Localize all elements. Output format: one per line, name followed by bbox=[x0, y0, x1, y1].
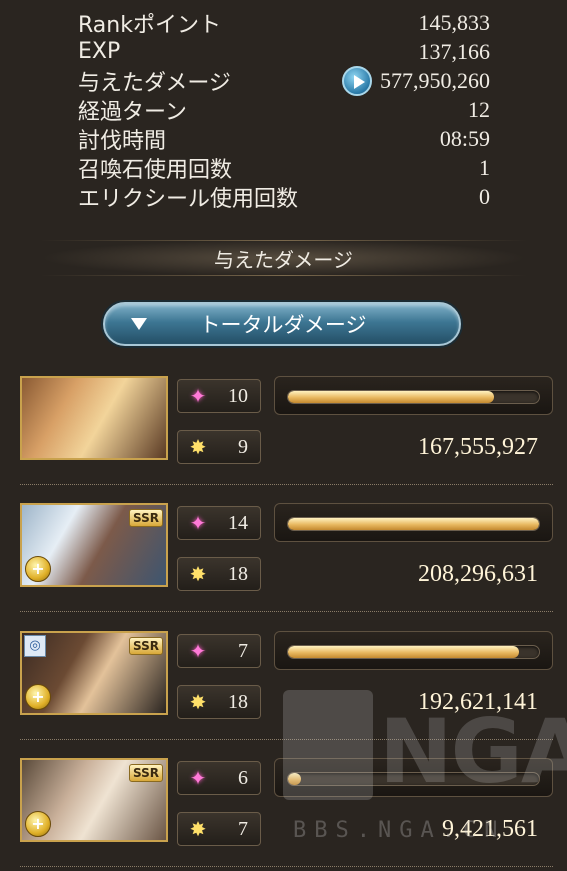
ougi-burst-icon: ✸ bbox=[189, 690, 207, 714]
stat-exp: EXP 137,166 bbox=[78, 37, 490, 66]
ability-sparkle-icon: ✦ bbox=[189, 766, 207, 790]
play-icon[interactable] bbox=[342, 65, 372, 96]
damage-bar-fill bbox=[288, 773, 301, 785]
stat-rank-points: Rankポイント 145,833 bbox=[78, 8, 491, 38]
ability-sparkle-icon: ✦ bbox=[189, 511, 207, 535]
damage-bar-track bbox=[287, 772, 540, 786]
ssr-badge: SSR bbox=[129, 509, 163, 527]
ougi-count-box: ✸ 18 bbox=[177, 557, 261, 591]
ability-count-box: ✦ 6 bbox=[177, 761, 261, 795]
damage-bar-track bbox=[287, 390, 540, 404]
stat-value: 12 bbox=[468, 96, 490, 122]
ougi-count: 9 bbox=[238, 435, 248, 458]
plus-coin-icon: + bbox=[25, 556, 51, 582]
character-portrait[interactable]: SSR + bbox=[20, 503, 168, 587]
ability-sparkle-icon: ✦ bbox=[189, 384, 207, 408]
dropdown-label: トータルダメージ bbox=[199, 313, 367, 337]
ability-count-box: ✦ 10 bbox=[177, 379, 261, 413]
row-divider bbox=[20, 866, 553, 867]
ability-count: 10 bbox=[228, 384, 248, 407]
stat-damage-dealt: 与えたダメージ 577,950,260 bbox=[78, 65, 490, 96]
damage-value: 9,421,561 bbox=[442, 816, 538, 842]
ougi-count-box: ✸ 7 bbox=[177, 812, 261, 846]
character-row: ✦ 10 ✸ 9 167,555,927 bbox=[20, 376, 553, 485]
stat-clear-time: 討伐時間 08:59 bbox=[78, 124, 490, 154]
stat-label: 経過ターン bbox=[78, 99, 187, 125]
character-row: SSR + ✦ 6 ✸ 7 9,421,561 bbox=[20, 758, 553, 867]
ssr-badge: SSR bbox=[129, 637, 163, 655]
damage-bar bbox=[274, 376, 553, 415]
ougi-count: 18 bbox=[228, 562, 248, 585]
stat-value: 577,950,260 bbox=[380, 67, 490, 93]
result-stats: Rankポイント 145,833 EXP 137,166 与えたダメージ 577… bbox=[78, 8, 491, 212]
stat-value: 137,166 bbox=[418, 38, 491, 64]
character-portrait[interactable] bbox=[20, 376, 168, 460]
damage-bar-fill bbox=[288, 646, 519, 658]
stat-elapsed-turns: 経過ターン 12 bbox=[78, 95, 490, 125]
stat-label: Rankポイント bbox=[78, 12, 221, 38]
stat-value: 08:59 bbox=[439, 125, 490, 151]
chevron-down-icon bbox=[131, 318, 147, 330]
character-row: ◎ SSR + ✦ 7 ✸ 18 192,621,141 bbox=[20, 631, 553, 740]
stat-value: 0 bbox=[479, 183, 490, 209]
damage-section-header: 与えたダメージ bbox=[40, 240, 527, 276]
ougi-count-box: ✸ 9 bbox=[177, 430, 261, 464]
stat-value: 145,833 bbox=[418, 9, 491, 35]
stat-label: エリクシール使用回数 bbox=[78, 186, 299, 212]
ougi-count: 7 bbox=[238, 817, 248, 840]
ssr-badge: SSR bbox=[129, 764, 163, 782]
stat-label: 与えたダメージ bbox=[78, 70, 231, 96]
ability-count: 14 bbox=[228, 511, 248, 534]
stat-label: 討伐時間 bbox=[78, 128, 167, 154]
damage-bar-fill bbox=[288, 518, 539, 530]
plus-coin-icon: + bbox=[25, 811, 51, 837]
plus-coin-icon: + bbox=[25, 684, 51, 710]
ability-count-box: ✦ 14 bbox=[177, 506, 261, 540]
damage-value: 192,621,141 bbox=[418, 689, 538, 715]
ability-count-box: ✦ 7 bbox=[177, 634, 261, 668]
stat-label: 召喚石使用回数 bbox=[78, 157, 233, 183]
stat-value: 1 bbox=[479, 154, 490, 180]
damage-value: 167,555,927 bbox=[418, 434, 538, 460]
damage-bar bbox=[274, 503, 553, 542]
ability-count: 6 bbox=[238, 766, 248, 789]
damage-bar-track bbox=[287, 645, 540, 659]
row-divider bbox=[20, 484, 553, 485]
section-title: 与えたダメージ bbox=[214, 247, 353, 272]
stat-elixir-uses: エリクシール使用回数 0 bbox=[78, 182, 490, 212]
ability-count: 7 bbox=[238, 639, 248, 662]
damage-bar-track bbox=[287, 517, 540, 531]
ability-sparkle-icon: ✦ bbox=[189, 639, 207, 663]
damage-bar-fill bbox=[288, 391, 494, 403]
stat-summon-uses: 召喚石使用回数 1 bbox=[78, 153, 490, 183]
ring-icon: ◎ bbox=[24, 635, 46, 657]
ougi-burst-icon: ✸ bbox=[189, 817, 207, 841]
character-portrait[interactable]: SSR + bbox=[20, 758, 168, 842]
damage-bar bbox=[274, 631, 553, 670]
ougi-burst-icon: ✸ bbox=[189, 435, 207, 459]
damage-type-dropdown[interactable]: トータルダメージ bbox=[103, 302, 461, 346]
ougi-burst-icon: ✸ bbox=[189, 562, 207, 586]
character-row: SSR + ✦ 14 ✸ 18 208,296,631 bbox=[20, 503, 553, 612]
damage-value-group: 577,950,260 bbox=[342, 65, 490, 96]
damage-bar bbox=[274, 758, 553, 797]
ougi-count: 18 bbox=[228, 690, 248, 713]
character-portrait[interactable]: ◎ SSR + bbox=[20, 631, 168, 715]
ougi-count-box: ✸ 18 bbox=[177, 685, 261, 719]
stat-label: EXP bbox=[78, 39, 121, 64]
row-divider bbox=[20, 611, 553, 612]
damage-value: 208,296,631 bbox=[418, 561, 538, 587]
row-divider bbox=[20, 739, 553, 740]
